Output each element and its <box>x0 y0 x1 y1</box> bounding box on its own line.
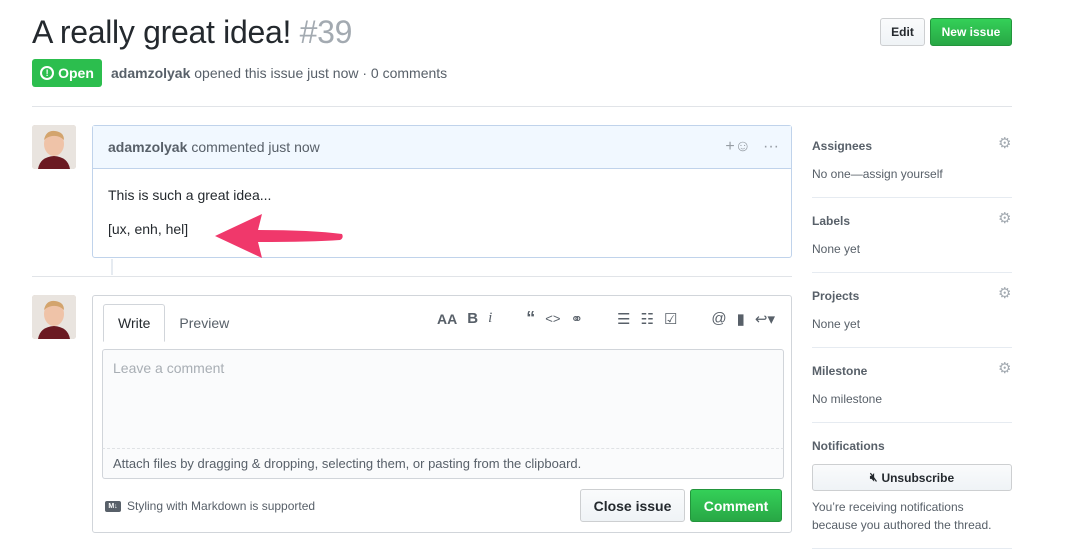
sidebar-divider <box>812 347 1012 348</box>
gear-icon[interactable]: ⚙ <box>998 361 1012 376</box>
heading-icon[interactable]: AA <box>437 311 457 327</box>
sidebar-divider <box>812 422 1012 423</box>
status-label: Open <box>58 65 94 81</box>
quote-icon[interactable]: “ <box>526 308 535 329</box>
status-badge: ! Open <box>32 59 102 87</box>
unsubscribe-button[interactable]: 🔇︎ Unsubscribe <box>812 464 1012 491</box>
issue-number: #39 <box>299 14 353 50</box>
tab-preview[interactable]: Preview <box>165 304 243 342</box>
attach-files-bar[interactable]: Attach files by dragging & dropping, sel… <box>102 449 784 479</box>
notifications-note: You’re receiving notifications because y… <box>812 500 992 532</box>
code-icon[interactable]: <> <box>545 311 560 326</box>
projects-title[interactable]: Projects <box>812 289 1012 303</box>
close-issue-button[interactable]: Close issue <box>580 489 685 522</box>
sidebar-assignees: Assignees ⚙ No one—assign yourself <box>812 136 1012 181</box>
reference-icon[interactable]: ▮ <box>737 310 745 328</box>
issue-opened-icon: ! <box>40 66 55 80</box>
timeline-divider <box>32 276 792 277</box>
new-issue-button[interactable]: New issue <box>930 18 1012 46</box>
smiley-add-icon[interactable]: +☺ <box>725 138 751 156</box>
markdown-toolbar: AA B i “ <> ⚭ ☰ ☷ ☑ @ ▮ ↩▾ <box>437 308 775 329</box>
italic-icon[interactable]: i <box>488 310 492 327</box>
gear-icon[interactable]: ⚙ <box>998 286 1012 301</box>
assignees-title[interactable]: Assignees <box>812 139 1012 153</box>
milestone-title[interactable]: Milestone <box>812 364 1012 378</box>
sidebar-divider <box>812 197 1012 198</box>
annotation-arrow-icon <box>215 214 343 258</box>
header-divider <box>32 106 1012 107</box>
projects-value: None yet <box>812 317 861 331</box>
gear-icon[interactable]: ⚙ <box>998 211 1012 226</box>
unsubscribe-label: Unsubscribe <box>881 470 955 485</box>
timeline-connector <box>111 259 113 275</box>
mute-icon: 🔇︎ <box>869 470 878 484</box>
edit-button[interactable]: Edit <box>880 18 925 46</box>
comment-author-link[interactable]: adamzolyak <box>108 139 187 155</box>
comment-box: adamzolyak commented just now +☺ ··· Thi… <box>92 125 792 258</box>
editor-tabs: Write Preview <box>103 304 243 342</box>
reply-icon[interactable]: ↩▾ <box>755 310 775 328</box>
comment-textarea[interactable]: Leave a comment <box>102 349 784 449</box>
bold-icon[interactable]: B <box>467 310 478 327</box>
comment-text-line: This is such a great idea... <box>108 187 272 203</box>
assignees-value[interactable]: No one—assign yourself <box>812 167 1012 181</box>
comment-header: adamzolyak commented just now <box>93 126 791 169</box>
issue-opened-text: opened this issue just now · 0 comments <box>194 65 448 81</box>
tab-write[interactable]: Write <box>103 304 166 342</box>
markdown-note-text[interactable]: Styling with Markdown is supported <box>127 499 315 513</box>
bullet-list-icon[interactable]: ☰ <box>617 310 630 328</box>
labels-value: None yet <box>812 242 861 256</box>
markdown-icon: M↓ <box>105 500 121 512</box>
issue-title: A really great idea! <box>32 14 292 50</box>
avatar[interactable] <box>32 295 76 339</box>
comment-body: This is such a great idea... [ux, enh, h… <box>93 169 791 273</box>
sidebar-notifications: Notifications <box>812 439 1012 453</box>
milestone-value: No milestone <box>812 392 883 406</box>
sidebar-milestone: Milestone ⚙ No milestone <box>812 361 1012 406</box>
sidebar-projects: Projects ⚙ None yet <box>812 286 1012 331</box>
avatar[interactable] <box>32 125 76 169</box>
markdown-note: M↓ Styling with Markdown is supported <box>105 499 315 513</box>
issue-meta: adamzolyak opened this issue just now · … <box>111 65 447 81</box>
sidebar-divider <box>812 272 1012 273</box>
issue-title-heading: A really great idea! #39 <box>32 14 352 51</box>
ellipsis-icon[interactable]: ··· <box>763 138 779 156</box>
link-icon[interactable]: ⚭ <box>570 310 583 328</box>
issue-author-link[interactable]: adamzolyak <box>111 65 190 81</box>
labels-title[interactable]: Labels <box>812 214 1012 228</box>
comment-time: commented just now <box>191 139 320 155</box>
comment-editor: Write Preview AA B i “ <> ⚭ ☰ ☷ ☑ @ ▮ ↩▾… <box>92 295 792 533</box>
gear-icon[interactable]: ⚙ <box>998 136 1012 151</box>
task-list-icon[interactable]: ☑ <box>664 310 677 328</box>
notifications-title: Notifications <box>812 439 885 453</box>
comment-text-line: [ux, enh, hel] <box>108 221 189 237</box>
comment-button[interactable]: Comment <box>690 489 782 522</box>
mention-icon[interactable]: @ <box>711 310 726 327</box>
numbered-list-icon[interactable]: ☷ <box>640 310 653 328</box>
sidebar-labels: Labels ⚙ None yet <box>812 211 1012 256</box>
